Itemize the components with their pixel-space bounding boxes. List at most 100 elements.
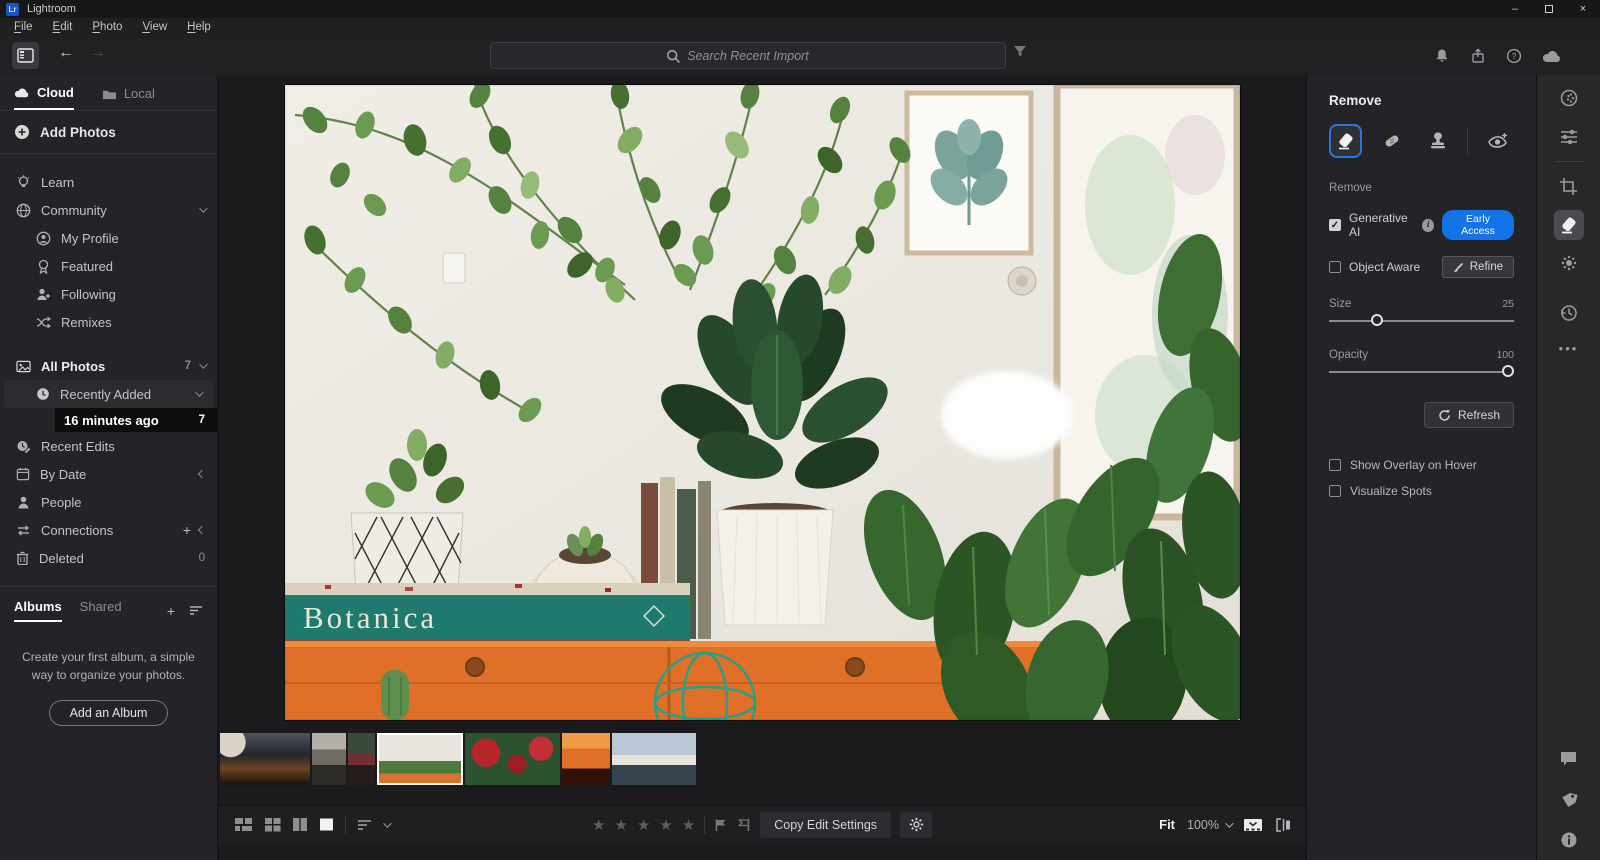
chevron-down-icon[interactable]	[195, 388, 203, 396]
settings-gear-icon[interactable]	[900, 812, 932, 838]
sidebar-item-recently-added[interactable]: Recently Added	[4, 380, 213, 408]
copy-edit-settings-button[interactable]: Copy Edit Settings	[760, 812, 891, 838]
maximize-button[interactable]	[1532, 0, 1566, 18]
tab-albums[interactable]: Albums	[14, 599, 62, 622]
search-bar[interactable]	[490, 42, 1006, 69]
menu-help[interactable]: Help	[177, 21, 221, 33]
more-tools-icon[interactable]: •••	[1554, 333, 1584, 363]
masking-icon[interactable]	[1554, 248, 1584, 278]
notifications-bell-icon[interactable]	[1434, 48, 1450, 64]
size-slider[interactable]	[1329, 313, 1514, 329]
refine-button[interactable]: Refine	[1442, 256, 1514, 278]
zoom-level-dropdown[interactable]: 100%	[1187, 818, 1231, 832]
tab-local[interactable]: Local	[102, 85, 155, 110]
fit-button[interactable]: Fit	[1159, 817, 1175, 832]
red-eye-tool-button[interactable]	[1481, 124, 1514, 158]
sidebar-item-recent-edits[interactable]: Recent Edits	[0, 432, 217, 460]
sidebar-item-remixes[interactable]: Remixes	[0, 308, 217, 336]
show-overlay-checkbox[interactable]	[1329, 459, 1341, 471]
chevron-down-icon[interactable]	[383, 819, 391, 827]
filmstrip-thumbnail[interactable]	[562, 733, 610, 785]
detail-view-icon[interactable]	[319, 817, 334, 832]
chevron-down-icon[interactable]	[199, 204, 207, 212]
remove-eraser-tool-button[interactable]	[1329, 124, 1362, 158]
crop-icon[interactable]	[1554, 171, 1584, 201]
cloud-sync-icon[interactable]	[1542, 49, 1562, 63]
compare-view-icon[interactable]	[292, 817, 308, 832]
early-access-badge[interactable]: Early Access	[1442, 210, 1514, 240]
share-icon[interactable]	[1470, 48, 1486, 64]
flag-pick-icon[interactable]	[714, 818, 728, 832]
info-icon[interactable]	[1554, 825, 1584, 855]
sort-order-icon[interactable]	[357, 819, 372, 831]
filmstrip-thumbnail[interactable]	[612, 733, 696, 785]
close-button[interactable]: ×	[1566, 0, 1600, 18]
sidebar-toggle-button[interactable]	[12, 42, 39, 69]
sidebar-item-all-photos[interactable]: All Photos 7	[0, 352, 217, 380]
filmstrip-thumbnail[interactable]	[465, 733, 560, 785]
tab-shared[interactable]: Shared	[80, 599, 122, 622]
add-photos-button[interactable]: Add Photos	[0, 111, 217, 154]
filmstrip-thumbnail[interactable]	[348, 733, 375, 785]
keywords-tag-icon[interactable]	[1554, 785, 1584, 815]
filmstrip-thumbnail[interactable]	[220, 733, 310, 785]
sort-icon[interactable]	[189, 605, 203, 616]
chevron-left-icon[interactable]	[198, 526, 206, 534]
back-arrow-button[interactable]: ←	[58, 44, 74, 62]
add-album-icon[interactable]: +	[167, 603, 175, 619]
sidebar-item-featured[interactable]: Featured	[0, 252, 217, 280]
menu-edit[interactable]: Edit	[43, 21, 83, 33]
grid-mosaic-view-icon[interactable]	[234, 817, 253, 832]
star-rating-5[interactable]: ★	[682, 816, 695, 834]
star-rating-4[interactable]: ★	[659, 816, 672, 834]
help-icon[interactable]: ?	[1506, 48, 1522, 64]
filter-icon[interactable]	[1012, 44, 1028, 59]
generative-ai-checkbox[interactable]: ✓	[1329, 219, 1341, 231]
minimize-button[interactable]: –	[1498, 0, 1532, 18]
heal-tool-button[interactable]	[1375, 124, 1408, 158]
size-slider-handle[interactable]	[1371, 314, 1383, 326]
sidebar-item-community[interactable]: Community	[0, 196, 217, 224]
adjust-presets-icon[interactable]	[1554, 83, 1584, 113]
tab-cloud[interactable]: Cloud	[14, 85, 74, 110]
menu-photo[interactable]: Photo	[82, 21, 132, 33]
refresh-button[interactable]: Refresh	[1424, 402, 1514, 428]
comments-icon[interactable]	[1554, 743, 1584, 773]
sidebar-item-my-profile[interactable]: My Profile	[0, 224, 217, 252]
add-album-button[interactable]: Add an Album	[49, 700, 169, 726]
show-overlay-label: Show Overlay on Hover	[1350, 458, 1477, 472]
sidebar-item-16-minutes-ago[interactable]: 16 minutes ago 7	[55, 408, 217, 432]
history-versions-icon[interactable]	[1554, 298, 1584, 328]
filmstrip-thumbnail-selected[interactable]	[377, 733, 463, 785]
menu-view[interactable]: View	[132, 21, 177, 33]
grid-square-view-icon[interactable]	[264, 817, 281, 832]
remove-tool-icon-active[interactable]	[1554, 210, 1584, 240]
chevron-down-icon[interactable]	[199, 360, 207, 368]
clone-tool-button[interactable]	[1421, 124, 1454, 158]
info-icon[interactable]: i	[1422, 219, 1434, 232]
sidebar-item-following[interactable]: Following	[0, 280, 217, 308]
edit-sliders-icon[interactable]	[1554, 122, 1584, 152]
sidebar-item-deleted[interactable]: Deleted 0	[0, 544, 217, 572]
menu-file[interactable]: File	[4, 21, 43, 33]
opacity-slider[interactable]	[1329, 364, 1514, 380]
photo-canvas[interactable]: Botanica	[285, 85, 1240, 720]
sidebar-item-connections[interactable]: Connections +	[0, 516, 217, 544]
search-input[interactable]	[491, 43, 1005, 68]
star-rating-1[interactable]: ★	[592, 816, 605, 834]
flag-reject-icon[interactable]	[737, 818, 751, 832]
filmstrip-thumbnail[interactable]	[312, 733, 346, 785]
visualize-spots-checkbox[interactable]	[1329, 485, 1341, 497]
object-aware-checkbox[interactable]	[1329, 261, 1341, 273]
sidebar-item-learn[interactable]: Learn	[0, 168, 217, 196]
filmstrip-toggle-icon[interactable]	[1243, 818, 1263, 832]
sidebar-item-people[interactable]: People	[0, 488, 217, 516]
add-connection-icon[interactable]: +	[183, 522, 191, 538]
split-view-icon[interactable]	[1275, 818, 1292, 832]
forward-arrow-button[interactable]: →	[90, 44, 106, 62]
sidebar-item-by-date[interactable]: By Date	[0, 460, 217, 488]
chevron-left-icon[interactable]	[198, 470, 206, 478]
star-rating-2[interactable]: ★	[614, 816, 627, 834]
star-rating-3[interactable]: ★	[637, 816, 650, 834]
opacity-slider-handle[interactable]	[1502, 365, 1514, 377]
